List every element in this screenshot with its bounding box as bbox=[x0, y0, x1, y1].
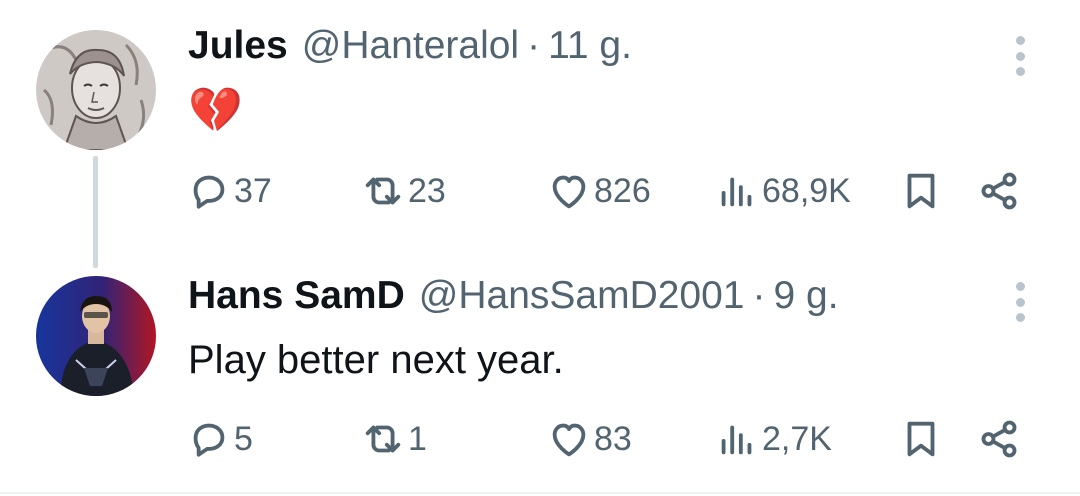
author-handle[interactable]: @HansSamD2001 bbox=[419, 274, 745, 318]
views-count: 68,9K bbox=[762, 171, 851, 210]
repost-button[interactable]: 23 bbox=[360, 166, 446, 216]
reply-count: 37 bbox=[234, 171, 272, 210]
like-button[interactable]: 826 bbox=[546, 166, 651, 216]
heart-icon bbox=[552, 175, 586, 209]
divider-line bbox=[0, 492, 1080, 494]
header-separator: · bbox=[527, 24, 541, 67]
avatar-jules[interactable] bbox=[36, 30, 156, 150]
share-button[interactable] bbox=[976, 414, 1022, 464]
views-chart-icon bbox=[721, 177, 752, 207]
tweet-header: Jules @Hanteralol · 11 g. bbox=[188, 24, 632, 68]
reply-button[interactable]: 5 bbox=[186, 414, 253, 464]
tweet-timestamp[interactable]: 11 g. bbox=[548, 24, 632, 68]
bookmark-button[interactable] bbox=[898, 414, 944, 464]
bookmark-icon bbox=[907, 421, 935, 457]
views-chart-icon bbox=[721, 425, 752, 455]
tweet-text: 💔 bbox=[188, 86, 243, 135]
header-separator: · bbox=[752, 274, 766, 317]
bookmark-button[interactable] bbox=[898, 166, 944, 216]
views-button[interactable]: 2,7K bbox=[714, 414, 832, 464]
reply-icon bbox=[193, 423, 225, 457]
tweet-text: Play better next year. bbox=[188, 338, 564, 382]
bookmark-icon bbox=[907, 173, 935, 209]
sketch-portrait-icon bbox=[36, 30, 156, 150]
author-handle[interactable]: @Hanteralol bbox=[302, 24, 519, 68]
repost-icon bbox=[365, 425, 401, 453]
tweet-actions: 5 1 83 2,7K bbox=[0, 414, 1080, 464]
tweet-2[interactable]: Hans SamD @HansSamD2001 · 9 g. Play bett… bbox=[0, 262, 1080, 496]
like-count: 826 bbox=[594, 171, 651, 210]
more-options-icon[interactable] bbox=[1006, 34, 1034, 78]
repost-icon bbox=[365, 177, 401, 205]
more-options-icon[interactable] bbox=[1006, 280, 1034, 324]
repost-button[interactable]: 1 bbox=[360, 414, 427, 464]
heart-icon bbox=[552, 423, 586, 457]
avatar-hans-samd[interactable] bbox=[36, 276, 156, 396]
share-icon bbox=[981, 172, 1017, 210]
repost-count: 1 bbox=[408, 419, 427, 458]
reply-button[interactable]: 37 bbox=[186, 166, 272, 216]
reply-count: 5 bbox=[234, 419, 253, 458]
views-button[interactable]: 68,9K bbox=[714, 166, 851, 216]
like-count: 83 bbox=[594, 419, 632, 458]
views-count: 2,7K bbox=[762, 419, 832, 458]
author-name[interactable]: Jules bbox=[188, 24, 288, 68]
like-button[interactable]: 83 bbox=[546, 414, 632, 464]
author-name[interactable]: Hans SamD bbox=[188, 274, 405, 318]
share-button[interactable] bbox=[976, 166, 1022, 216]
esports-player-icon bbox=[36, 276, 156, 396]
tweet-1[interactable]: Jules @Hanteralol · 11 g. 💔 37 23 826 68… bbox=[0, 0, 1080, 268]
share-icon bbox=[981, 420, 1017, 458]
repost-count: 23 bbox=[408, 171, 446, 210]
tweet-header: Hans SamD @HansSamD2001 · 9 g. bbox=[188, 274, 839, 318]
tweet-actions: 37 23 826 68,9K bbox=[0, 166, 1080, 216]
reply-icon bbox=[193, 175, 225, 209]
tweet-timestamp[interactable]: 9 g. bbox=[774, 274, 839, 318]
